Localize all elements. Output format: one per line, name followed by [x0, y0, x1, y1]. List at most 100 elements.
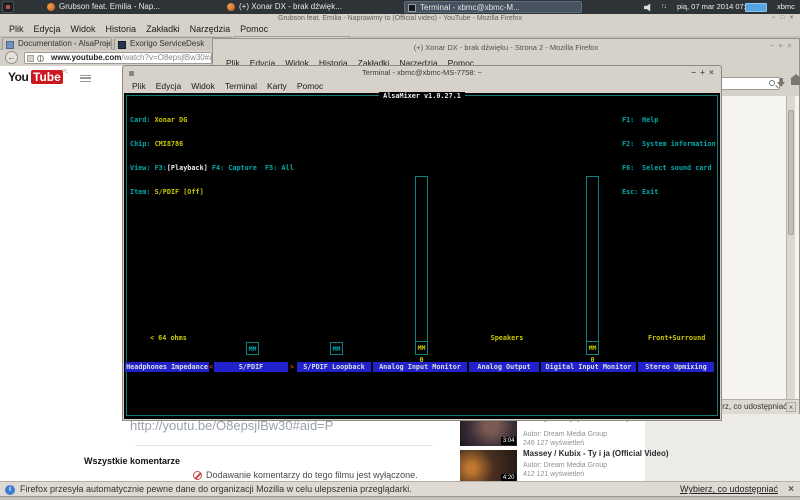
taskbar-window-label: Grubson feat. Emilia - Nap...: [59, 2, 160, 11]
sidebar-background: [645, 414, 800, 481]
page-scrollbar[interactable]: [786, 96, 795, 399]
terminal-icon: [408, 4, 416, 12]
view-label: View:: [130, 164, 150, 172]
menubar: PlikEdycjaWidokHistoriaZakładkiNarzędzia…: [0, 23, 800, 36]
close-button[interactable]: ×: [707, 66, 716, 80]
menu-historia[interactable]: Historia: [101, 23, 142, 36]
window-title: Grubson feat. Emilia - Naprawimy to (Off…: [278, 15, 522, 22]
url-domain: www.youtube.com: [51, 53, 121, 62]
view-f3: F3:: [155, 164, 167, 172]
analog-output-value: Speakers: [487, 334, 527, 342]
channel-analog-output[interactable]: Analog Output: [469, 362, 539, 372]
help-key: Esc:: [622, 188, 642, 196]
help-value: Help: [642, 116, 658, 124]
minimize-button[interactable]: −: [769, 14, 778, 23]
firefox-icon: [47, 3, 55, 11]
taskbar-window-xonar[interactable]: (+) Xonar DX - brak dźwięk...: [224, 1, 402, 13]
close-button[interactable]: ×: [787, 14, 796, 23]
guide-menu-icon[interactable]: [80, 75, 91, 82]
divider: [135, 445, 433, 446]
video-views: 412 121 wyświetleń: [523, 471, 584, 478]
taskbar: Grubson feat. Emilia - Nap... (+) Xonar …: [0, 0, 800, 14]
youtube-logo-tube[interactable]: Tube: [31, 70, 63, 84]
notification-close-icon[interactable]: ×: [788, 482, 794, 497]
volume-bar-analog-input-monitor[interactable]: [415, 176, 428, 341]
help-key: F1:: [622, 116, 642, 124]
channel-headphones-impedance[interactable]: Headphones Impedance: [125, 362, 209, 372]
volume-bar-digital-input-monitor[interactable]: [586, 176, 599, 341]
back-button[interactable]: ←: [5, 51, 18, 64]
youtube-region-label: PL: [62, 69, 68, 75]
mute-indicator-spdif-loopback[interactable]: MM: [330, 342, 343, 355]
help-value: Select sound card: [642, 164, 712, 172]
youtube-logo[interactable]: You: [8, 70, 28, 84]
channel-digital-input-monitor[interactable]: Digital Input Monitor: [541, 362, 636, 372]
terminal-window: Terminal - xbmc@xbmc-MS-7758: ~ −+× Plik…: [122, 65, 722, 421]
channel-analog-input-monitor[interactable]: Analog Input Monitor: [373, 362, 467, 372]
volume-icon[interactable]: [644, 3, 654, 12]
minimize-button[interactable]: −: [767, 43, 776, 50]
mute-indicator-analog-input-monitor[interactable]: MM: [415, 341, 428, 355]
app-launcher-icon[interactable]: [2, 1, 14, 13]
taskbar-window-terminal[interactable]: Terminal - xbmc@xbmc-M...: [404, 1, 582, 13]
home-icon[interactable]: [791, 79, 800, 85]
headphones-impedance-value: < 64 ohms: [150, 334, 187, 342]
maximize-button[interactable]: +: [698, 66, 707, 80]
help-value: Exit: [642, 188, 658, 196]
item-label: Item:: [130, 188, 150, 196]
scrollbar-thumb[interactable]: [788, 110, 794, 235]
card-value: Xonar DG: [155, 116, 188, 124]
minimize-button[interactable]: −: [689, 66, 698, 80]
notification-close-icon[interactable]: ×: [786, 402, 796, 412]
window-titlebar[interactable]: Grubson feat. Emilia - Naprawimy to (Off…: [0, 14, 800, 23]
downloads-icon[interactable]: [776, 78, 787, 89]
url-bar[interactable]: www.youtube.com/watch?v=O8epsjlBw30#aid=…: [24, 52, 212, 64]
stereo-upmixing-value: Front+Surround: [648, 334, 705, 342]
session-user-label[interactable]: xbmc: [777, 1, 795, 13]
video-thumbnail[interactable]: 4:20: [460, 450, 517, 483]
video-author: Autor: Dream Media Group: [523, 462, 607, 469]
menu-pomoc[interactable]: Pomoc: [235, 23, 273, 36]
launcher-dot-icon: [6, 5, 10, 9]
view-rest: F4: Capture F5: All: [208, 164, 294, 172]
search-input[interactable]: [718, 77, 780, 90]
notification-text: ierz, co udostępniać: [716, 400, 787, 414]
page-favicon-icon: [118, 41, 126, 49]
maximize-button[interactable]: □: [778, 14, 787, 23]
channel-stereo-upmixing[interactable]: Stereo Upmixing: [638, 362, 714, 372]
window-title: Terminal - xbmc@xbmc-MS-7758: ~: [362, 68, 482, 77]
window-controls: −+×: [767, 43, 794, 50]
page-favicon-icon: [6, 41, 14, 49]
video-author: Autor: Dream Media Group: [523, 431, 607, 438]
search-icon: [769, 80, 775, 86]
close-button[interactable]: ×: [785, 43, 794, 50]
terminal-window-icon: [129, 71, 134, 76]
menu-zakladki[interactable]: Zakładki: [141, 23, 185, 36]
window-controls: −+×: [689, 66, 716, 80]
clock[interactable]: pią, 07 mar 2014 07:15: [677, 1, 754, 13]
menu-edycja[interactable]: Edycja: [29, 23, 66, 36]
tab-documentation-alsaproject[interactable]: Documentation - AlsaProject ×: [2, 37, 112, 50]
menu-narzedzia[interactable]: Narzędzia: [185, 23, 236, 36]
window-titlebar[interactable]: (+) Xonar DX - brak dźwięku - Strona 2 -…: [213, 39, 799, 57]
network-icon[interactable]: ↑↓: [661, 1, 666, 13]
tab-close-icon[interactable]: ×: [103, 38, 108, 50]
taskbar-window-grubson[interactable]: Grubson feat. Emilia - Nap...: [44, 1, 222, 13]
video-title-link[interactable]: Massey / Kubix - Ty i ja (Official Video…: [523, 449, 673, 458]
video-views: 246 127 wyświetleń: [523, 440, 584, 447]
menu-plik[interactable]: Plik: [4, 23, 29, 36]
menu-widok[interactable]: Widok: [66, 23, 101, 36]
mute-indicator-digital-input-monitor[interactable]: MM: [586, 341, 599, 355]
choose-sharing-button[interactable]: Wybierz, co udostępniać: [680, 482, 778, 497]
chip-value: CMI8786: [155, 140, 184, 148]
window-titlebar[interactable]: Terminal - xbmc@xbmc-MS-7758: ~: [123, 66, 721, 80]
workspace-pager[interactable]: [745, 3, 767, 12]
site-identity-icon[interactable]: [27, 55, 34, 62]
channel-spdif-selected[interactable]: S/PDIF: [214, 362, 288, 372]
info-icon: i: [5, 485, 15, 495]
maximize-button[interactable]: +: [776, 43, 785, 50]
channel-spdif-loopback[interactable]: S/PDIF Loopback: [297, 362, 371, 372]
window-title: (+) Xonar DX - brak dźwięku - Strona 2 -…: [414, 43, 598, 52]
taskbar-window-label: Terminal - xbmc@xbmc-M...: [420, 3, 520, 12]
mute-indicator-spdif[interactable]: MM: [246, 342, 259, 355]
